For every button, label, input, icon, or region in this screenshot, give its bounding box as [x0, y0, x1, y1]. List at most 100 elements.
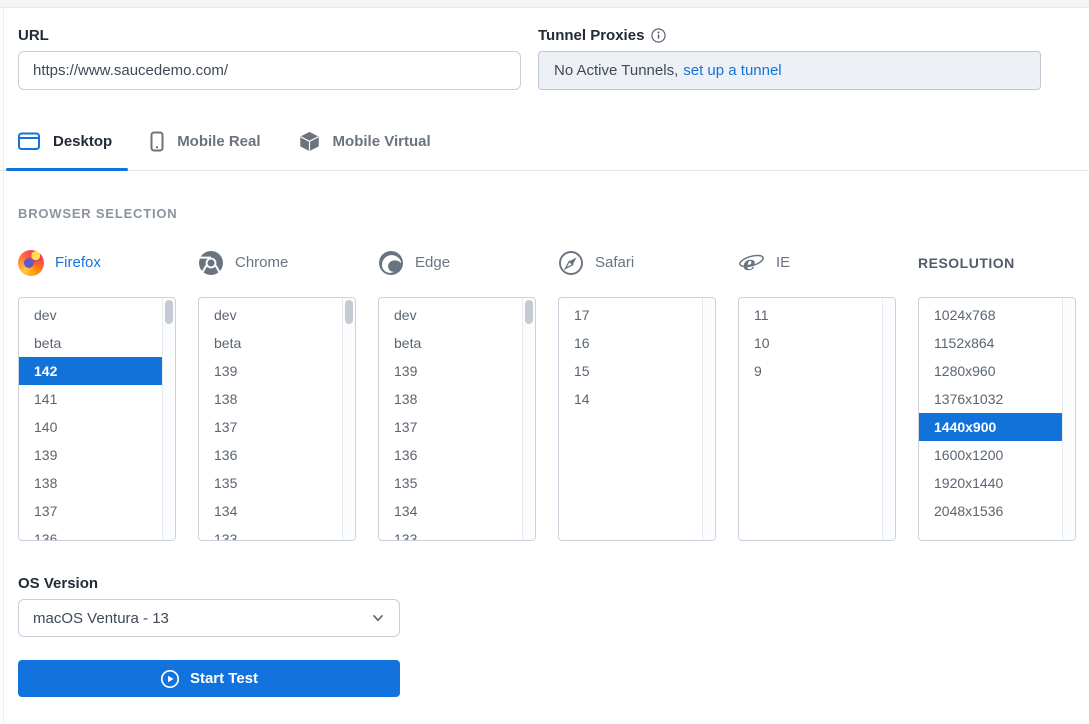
list-item[interactable]: 16: [559, 329, 702, 357]
scrollbar-track[interactable]: [882, 298, 895, 540]
edge-version-listbox: devbeta139138137136135134133: [378, 297, 536, 541]
list-item[interactable]: 1600x1200: [919, 441, 1062, 469]
column-chrome: Chrome devbeta139138137136135134133: [198, 249, 356, 541]
browser-name-edge: Edge: [415, 254, 450, 271]
scrollbar-thumb[interactable]: [345, 300, 353, 324]
scrollbar-track[interactable]: [342, 298, 355, 540]
list-item[interactable]: 14: [559, 385, 702, 413]
list-item[interactable]: 139: [19, 441, 162, 469]
os-version-select[interactable]: macOS Ventura - 13: [18, 599, 400, 637]
safari-version-listbox: 17161514: [558, 297, 716, 541]
browser-name-chrome: Chrome: [235, 254, 288, 271]
list-item[interactable]: 140: [19, 413, 162, 441]
list-item[interactable]: 1024x768: [919, 301, 1062, 329]
desktop-icon: [18, 132, 40, 151]
browser-option-ie[interactable]: e IE: [738, 249, 896, 276]
list-item[interactable]: 1152x864: [919, 329, 1062, 357]
list-item[interactable]: 135: [199, 469, 342, 497]
firefox-version-list: devbeta142141140139138137136: [19, 298, 162, 540]
browser-selection-heading: BROWSER SELECTION: [18, 206, 178, 221]
list-item[interactable]: 141: [19, 385, 162, 413]
list-item[interactable]: 2048x1536: [919, 497, 1062, 525]
browser-option-safari[interactable]: Safari: [558, 249, 716, 276]
url-label: URL: [18, 27, 49, 44]
list-item[interactable]: 133: [199, 525, 342, 540]
list-item[interactable]: beta: [199, 329, 342, 357]
resolution-listbox: 1024x7681152x8641280x9601376x10321440x90…: [918, 297, 1076, 541]
edge-version-list: devbeta139138137136135134133: [379, 298, 522, 540]
browser-option-firefox[interactable]: Firefox: [18, 249, 176, 276]
list-item[interactable]: 139: [379, 357, 522, 385]
tab-mobile-virtual[interactable]: Mobile Virtual: [299, 131, 431, 152]
chevron-down-icon: [371, 611, 385, 625]
info-icon[interactable]: [651, 28, 666, 43]
play-icon: [160, 669, 180, 689]
ie-version-list: 11109: [739, 298, 882, 540]
resolution-heading: RESOLUTION: [918, 255, 1015, 271]
list-item[interactable]: 138: [19, 469, 162, 497]
setup-tunnel-link[interactable]: set up a tunnel: [683, 62, 781, 79]
list-item[interactable]: 138: [199, 385, 342, 413]
start-test-button[interactable]: Start Test: [18, 660, 400, 697]
list-item[interactable]: 9: [739, 357, 882, 385]
tab-mobile-real-label: Mobile Real: [177, 133, 260, 150]
svg-text:e: e: [743, 251, 756, 275]
resolution-list: 1024x7681152x8641280x9601376x10321440x90…: [919, 298, 1062, 540]
browser-name-ie: IE: [776, 254, 790, 271]
scrollbar-track[interactable]: [1062, 298, 1075, 540]
list-item[interactable]: beta: [379, 329, 522, 357]
url-input[interactable]: [18, 51, 521, 90]
list-item[interactable]: dev: [379, 301, 522, 329]
list-item[interactable]: 133: [379, 525, 522, 540]
panel-left-edge: [3, 8, 4, 724]
list-item[interactable]: dev: [199, 301, 342, 329]
chrome-version-list: devbeta139138137136135134133: [199, 298, 342, 540]
list-item[interactable]: 136: [379, 441, 522, 469]
list-item[interactable]: 139: [199, 357, 342, 385]
list-item[interactable]: 134: [379, 497, 522, 525]
browser-name-firefox: Firefox: [55, 254, 101, 271]
list-item[interactable]: 1280x960: [919, 357, 1062, 385]
list-item[interactable]: 15: [559, 357, 702, 385]
list-item[interactable]: 137: [379, 413, 522, 441]
list-item[interactable]: 17: [559, 301, 702, 329]
list-item[interactable]: 134: [199, 497, 342, 525]
scrollbar-track[interactable]: [162, 298, 175, 540]
tab-desktop[interactable]: Desktop: [18, 131, 112, 152]
list-item[interactable]: 142: [19, 357, 162, 385]
tabs-divider: [0, 170, 1089, 171]
list-item[interactable]: 10: [739, 329, 882, 357]
tab-mobile-real[interactable]: Mobile Real: [150, 131, 260, 152]
firefox-version-listbox: devbeta142141140139138137136: [18, 297, 176, 541]
list-item[interactable]: 1376x1032: [919, 385, 1062, 413]
list-item[interactable]: 135: [379, 469, 522, 497]
list-item[interactable]: beta: [19, 329, 162, 357]
list-item[interactable]: dev: [19, 301, 162, 329]
firefox-icon: [18, 250, 44, 276]
mobile-real-icon: [150, 131, 164, 152]
browser-option-edge[interactable]: Edge: [378, 249, 536, 276]
safari-version-list: 17161514: [559, 298, 702, 540]
column-ie: e IE 11109: [738, 249, 896, 541]
ie-icon: e: [738, 250, 765, 276]
scrollbar-track[interactable]: [522, 298, 535, 540]
list-item[interactable]: 137: [199, 413, 342, 441]
browser-option-chrome[interactable]: Chrome: [198, 249, 356, 276]
list-item[interactable]: 136: [199, 441, 342, 469]
mobile-virtual-icon: [299, 131, 320, 152]
scrollbar-thumb[interactable]: [165, 300, 173, 324]
ie-version-listbox: 11109: [738, 297, 896, 541]
tunnel-status-box: No Active Tunnels, set up a tunnel: [538, 51, 1041, 90]
list-item[interactable]: 138: [379, 385, 522, 413]
list-item[interactable]: 1920x1440: [919, 469, 1062, 497]
desktop-test-config-page: URL Tunnel Proxies No Active Tunnels, se…: [0, 0, 1089, 724]
list-item[interactable]: 1440x900: [919, 413, 1062, 441]
chrome-icon: [198, 250, 224, 276]
scrollbar-track[interactable]: [702, 298, 715, 540]
column-edge: Edge devbeta139138137136135134133: [378, 249, 536, 541]
list-item[interactable]: 11: [739, 301, 882, 329]
tab-mobile-virtual-label: Mobile Virtual: [333, 133, 431, 150]
scrollbar-thumb[interactable]: [525, 300, 533, 324]
list-item[interactable]: 137: [19, 497, 162, 525]
list-item[interactable]: 136: [19, 525, 162, 540]
